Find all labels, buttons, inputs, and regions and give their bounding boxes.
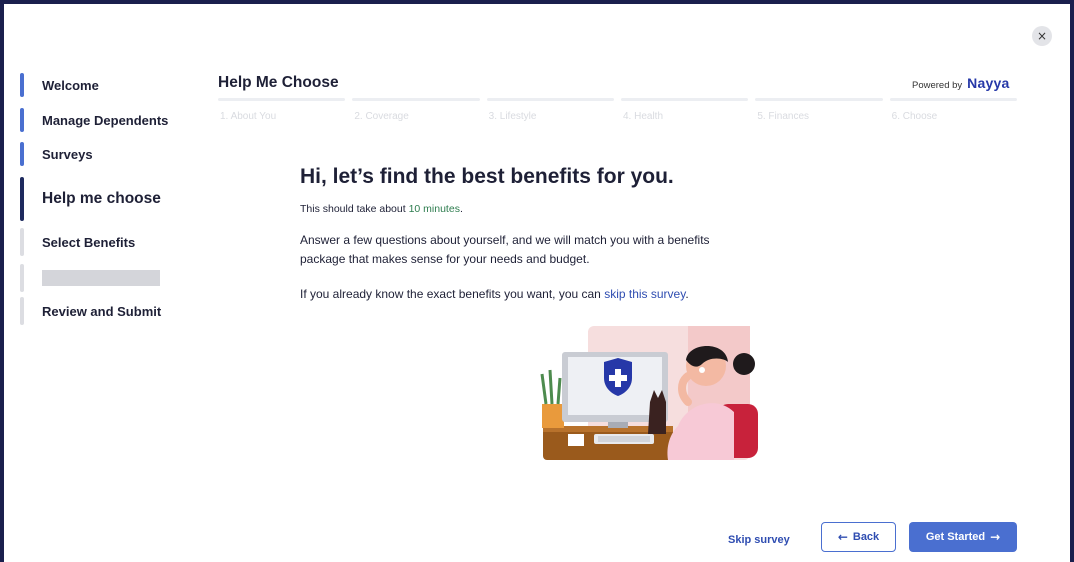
sidebar-item-surveys[interactable]: Surveys	[20, 142, 93, 166]
nayya-logo: Nayya	[967, 75, 1010, 91]
sidebar-item-welcome[interactable]: Welcome	[20, 73, 99, 97]
step-choose: 6. Choose	[889, 98, 1017, 122]
step-label: 6. Choose	[891, 111, 938, 122]
step-bar	[755, 98, 883, 101]
sidebar-item-select-benefits[interactable]: Select Benefits	[20, 228, 135, 256]
sidebar-item-label: Select Benefits	[42, 234, 136, 250]
back-button-label: Back	[852, 531, 880, 543]
sidebar-item-label: Surveys	[42, 146, 93, 162]
powered-by-label: Powered by	[912, 80, 963, 91]
sidebar-item-redacted[interactable]	[20, 264, 160, 292]
headline: Hi, let’s find the best benefits for you…	[300, 165, 674, 188]
sidebar-item-review-and-submit[interactable]: Review and Submit	[20, 297, 161, 325]
sidebar-item-manage-dependents[interactable]: Manage Dependents	[20, 108, 168, 132]
sidebar-item-help-me-choose[interactable]: Help me choose	[20, 177, 161, 221]
arrow-right-icon: →	[990, 530, 1001, 544]
duration-prefix: This should take about	[300, 203, 409, 215]
sidebar-item-label: Review and Submit	[42, 303, 162, 319]
duration-text: This should take about 10 minutes.	[300, 203, 800, 215]
step-lifestyle: 3. Lifestyle	[486, 98, 614, 122]
skip-suffix: .	[685, 287, 689, 301]
get-started-button[interactable]: Get Started →	[909, 522, 1017, 552]
description: Answer a few questions about yourself, a…	[300, 233, 710, 266]
sidebar-item-label: Manage Dependents	[42, 112, 169, 128]
step-bar	[218, 98, 346, 101]
skip-survey-button[interactable]: Skip survey	[728, 534, 790, 546]
step-bar	[486, 98, 614, 101]
step-label: 5. Finances	[757, 111, 810, 122]
sidebar-item-label: Help me choose	[42, 190, 161, 207]
powered-by: Powered by Nayya	[912, 75, 1009, 91]
step-bar	[620, 98, 749, 101]
skip-prefix: If you already know the exact benefits y…	[300, 287, 605, 301]
step-health: 4. Health	[620, 98, 749, 122]
intro-content: Hi, let’s find the best benefits for you…	[300, 165, 800, 301]
step-bar	[889, 98, 1017, 101]
step-label: 1. About You	[220, 111, 277, 122]
step-bar	[352, 98, 480, 101]
progress-steps: 1. About You 2. Coverage 3. Lifestyle 4.…	[218, 98, 1017, 122]
get-started-label: Get Started	[925, 531, 986, 543]
person-at-computer-illustration	[540, 326, 758, 460]
back-button[interactable]: ← Back	[821, 522, 896, 552]
step-finances: 5. Finances	[755, 98, 883, 122]
close-icon[interactable]: ×	[1032, 26, 1052, 46]
skip-survey-text: If you already know the exact benefits y…	[300, 287, 800, 301]
step-about-you: 1. About You	[218, 98, 346, 122]
step-label: 4. Health	[622, 111, 664, 122]
step-label: 2. Coverage	[354, 111, 409, 122]
step-coverage: 2. Coverage	[352, 98, 480, 122]
step-label: 3. Lifestyle	[488, 111, 537, 122]
redacted-label	[42, 270, 160, 286]
sidebar-item-label: Welcome	[42, 77, 99, 93]
arrow-left-icon: ←	[837, 530, 848, 544]
page-title: Help Me Choose	[218, 74, 339, 91]
skip-survey-link[interactable]: skip this survey	[604, 287, 685, 301]
duration-suffix: .	[459, 203, 463, 215]
duration-value: 10 minutes	[408, 203, 460, 215]
